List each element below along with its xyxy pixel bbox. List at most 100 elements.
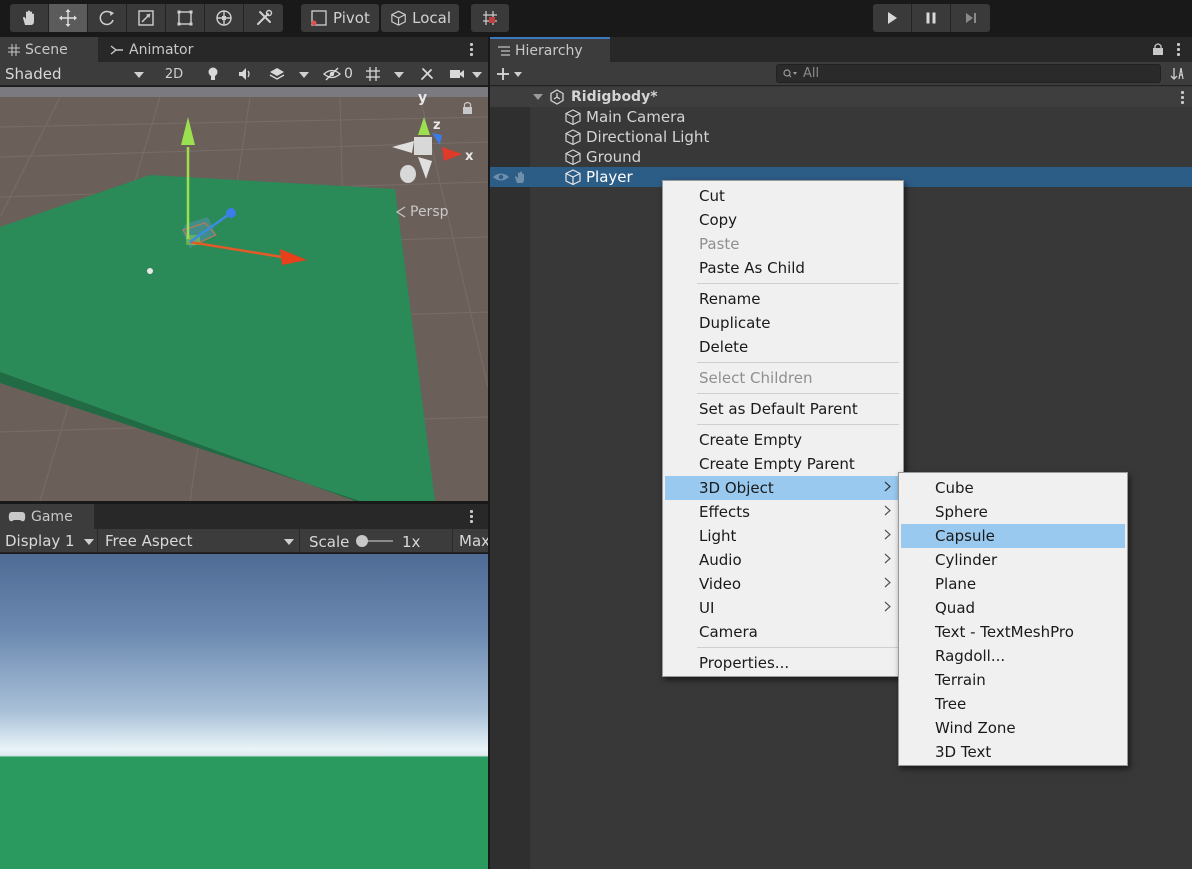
hierarchy-item-directional-light[interactable]: Directional Light: [490, 127, 1192, 147]
grid-dropdown-chevron-icon[interactable]: [394, 72, 404, 78]
menu-item-create-empty[interactable]: Create Empty: [665, 428, 901, 452]
visibility-eye-icon[interactable]: [492, 171, 510, 183]
camera-dropdown-chevron-icon[interactable]: [472, 72, 482, 78]
sort-icon[interactable]: [1170, 66, 1186, 82]
menu-item-quad[interactable]: Quad: [901, 596, 1125, 620]
menu-item-wind-zone[interactable]: Wind Zone: [901, 716, 1125, 740]
step-icon: [965, 13, 976, 23]
video-camera-icon: [450, 70, 464, 78]
display-dropdown[interactable]: Display 1: [0, 529, 98, 553]
scene-menu-icon[interactable]: [469, 43, 473, 56]
tab-animator-label: Animator: [129, 41, 194, 58]
menu-item-create-empty-parent[interactable]: Create Empty Parent: [665, 452, 901, 476]
menu-item-copy[interactable]: Copy: [665, 208, 901, 232]
effects-toggle[interactable]: [264, 64, 290, 84]
menu-item-text-meshpro[interactable]: Text - TextMeshPro: [901, 620, 1125, 644]
chevron-down-icon: [134, 72, 144, 78]
lock-icon[interactable]: [1152, 42, 1164, 56]
pivot-label: Pivot: [333, 9, 370, 27]
pause-button[interactable]: [912, 4, 951, 32]
menu-item-tree[interactable]: Tree: [901, 692, 1125, 716]
create-button[interactable]: [496, 65, 528, 83]
menu-item-cylinder[interactable]: Cylinder: [901, 548, 1125, 572]
menu-item-light[interactable]: Light: [665, 524, 901, 548]
camera-settings-button[interactable]: [446, 64, 468, 84]
menu-item-sphere[interactable]: Sphere: [901, 500, 1125, 524]
audio-toggle[interactable]: [232, 64, 258, 84]
grid-icon: [8, 43, 20, 56]
game-viewport[interactable]: [0, 554, 488, 869]
gameobject-cube-icon: [565, 129, 581, 146]
pivot-toggle[interactable]: Pivot: [301, 4, 379, 32]
step-button[interactable]: [951, 4, 990, 32]
playmode-controls: [873, 4, 990, 32]
menu-item-properties[interactable]: Properties...: [665, 651, 901, 675]
play-button[interactable]: [873, 4, 912, 32]
transform-tool-icon[interactable]: [205, 4, 244, 32]
menu-item-camera[interactable]: Camera: [665, 620, 901, 644]
grid-snap-icon: [483, 11, 497, 25]
grid-toggle[interactable]: [360, 64, 386, 84]
hand-tool-icon[interactable]: [10, 4, 49, 32]
hierarchy-menu-icon[interactable]: [1176, 43, 1180, 56]
lighting-toggle[interactable]: [200, 64, 226, 84]
aspect-dropdown[interactable]: Free Aspect: [100, 529, 300, 553]
hidden-objects-toggle[interactable]: 0: [318, 64, 358, 84]
gamepad-icon: [8, 511, 26, 521]
game-menu-icon[interactable]: [469, 510, 473, 523]
tab-hierarchy[interactable]: Hierarchy: [490, 37, 610, 62]
menu-item-ragdoll[interactable]: Ragdoll...: [901, 644, 1125, 668]
menu-separator: [697, 362, 899, 363]
rotate-tool-icon[interactable]: [88, 4, 127, 32]
transform-tools: [10, 4, 283, 32]
projection-label[interactable]: Persp: [410, 204, 449, 220]
menu-item-rename[interactable]: Rename: [665, 287, 901, 311]
scene-row-menu-icon[interactable]: [1180, 91, 1184, 104]
scene-root-row[interactable]: Ridigbody*: [490, 87, 1192, 107]
menu-item-cut[interactable]: Cut: [665, 184, 901, 208]
chevron-right-icon: [884, 577, 891, 588]
draw-mode-dropdown[interactable]: Shaded: [0, 62, 152, 86]
menu-item-3d-text[interactable]: 3D Text: [901, 740, 1125, 764]
hierarchy-item-label: Ground: [586, 148, 642, 166]
search-icon: [783, 68, 797, 77]
menu-item-duplicate[interactable]: Duplicate: [665, 311, 901, 335]
maximize-toggle[interactable]: Max: [452, 529, 488, 553]
tab-animator[interactable]: Animator: [102, 37, 201, 62]
menu-item-paste-as-child[interactable]: Paste As Child: [665, 256, 901, 280]
rect-tool-icon[interactable]: [166, 4, 205, 32]
menu-separator: [697, 424, 899, 425]
effects-dropdown-chevron-icon[interactable]: [299, 72, 309, 78]
scene-tools-button[interactable]: [414, 64, 440, 84]
menu-item-cube[interactable]: Cube: [901, 476, 1125, 500]
toggle-2d-button[interactable]: 2D: [158, 64, 190, 84]
menu-item-capsule[interactable]: Capsule: [901, 524, 1125, 548]
menu-item-ui[interactable]: UI: [665, 596, 901, 620]
expand-arrow-icon[interactable]: [533, 94, 543, 100]
menu-item-video[interactable]: Video: [665, 572, 901, 596]
menu-item-audio[interactable]: Audio: [665, 548, 901, 572]
menu-item-delete[interactable]: Delete: [665, 335, 901, 359]
hierarchy-tabbar: Hierarchy: [490, 37, 1192, 62]
pause-icon: [926, 12, 936, 24]
search-input[interactable]: All: [776, 64, 1161, 83]
custom-tools-icon[interactable]: [244, 4, 283, 32]
menu-item-terrain[interactable]: Terrain: [901, 668, 1125, 692]
hierarchy-item-main-camera[interactable]: Main Camera: [490, 107, 1192, 127]
move-tool-icon[interactable]: [49, 4, 88, 32]
scale-slider-handle[interactable]: [356, 535, 368, 547]
menu-item-plane[interactable]: Plane: [901, 572, 1125, 596]
chevron-right-icon: [884, 529, 891, 540]
menu-item-3d-object[interactable]: 3D Object: [665, 476, 901, 500]
local-toggle[interactable]: Local: [381, 4, 459, 32]
menu-item-set-default-parent[interactable]: Set as Default Parent: [665, 397, 901, 421]
scene-viewport[interactable]: y z x Persp: [0, 87, 488, 501]
scale-tool-icon[interactable]: [127, 4, 166, 32]
menu-item-effects[interactable]: Effects: [665, 500, 901, 524]
hierarchy-item-ground[interactable]: Ground: [490, 147, 1192, 167]
tab-scene[interactable]: Scene: [0, 37, 98, 62]
pickable-hand-icon[interactable]: [513, 170, 527, 184]
grid-snap-button[interactable]: [471, 4, 509, 32]
grid-toggle-icon: [366, 67, 380, 81]
tab-game[interactable]: Game: [0, 504, 94, 529]
